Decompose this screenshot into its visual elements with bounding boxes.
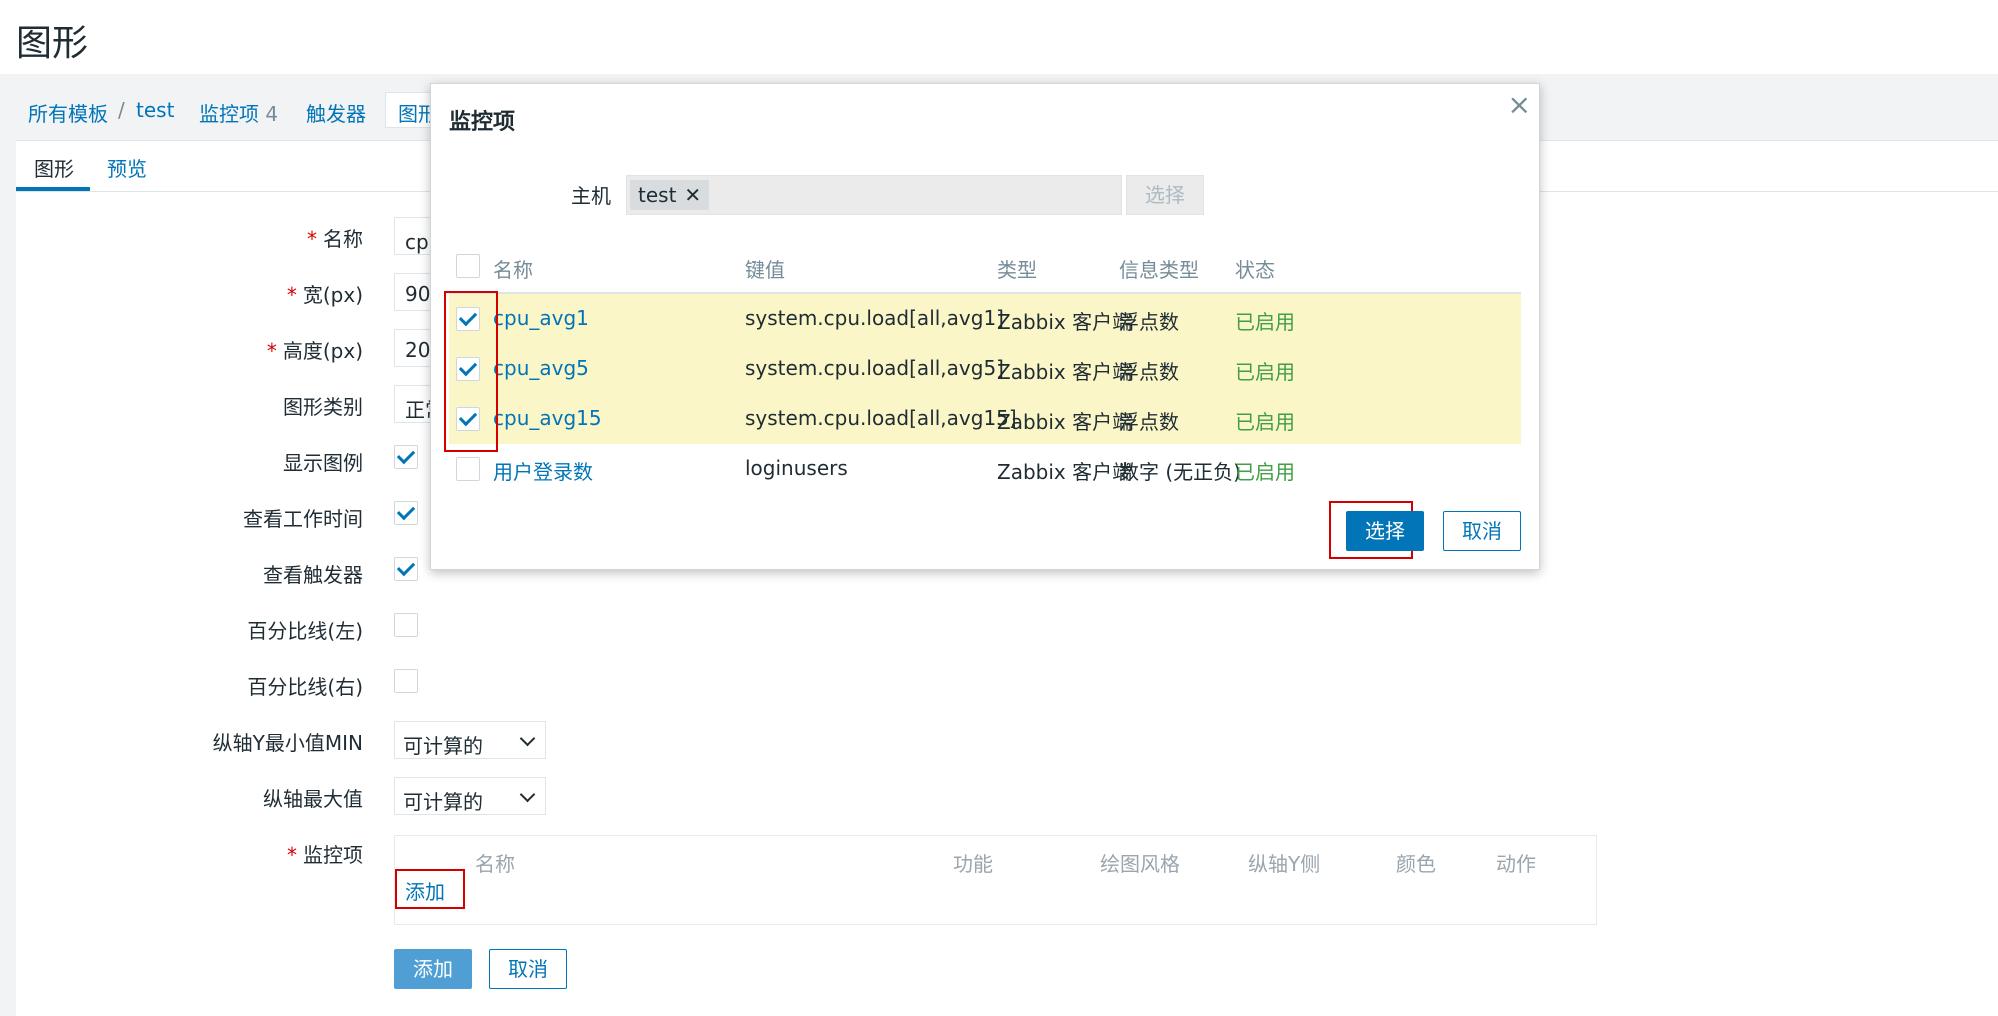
add-item-link-annotation: 添加	[395, 869, 465, 909]
breadcrumb-items[interactable]: 监控项 4	[199, 98, 278, 127]
item-status: 已启用	[1235, 310, 1295, 334]
items-col-y-axis-side: 纵轴Y侧	[1248, 852, 1321, 876]
item-status: 已启用	[1235, 410, 1295, 434]
show-legend-label: 显示图例	[283, 451, 363, 475]
item-row[interactable]: cpu_avg5 system.cpu.load[all,avg5] Zabbi…	[449, 344, 1521, 394]
show-working-time-label: 查看工作时间	[243, 507, 363, 531]
page-title: 图形	[16, 23, 89, 64]
breadcrumb-triggers[interactable]: 触发器	[306, 98, 366, 127]
dialog-title: 监控项	[449, 110, 516, 135]
name-label: * 名称	[307, 227, 363, 251]
items-col-color: 颜色	[1396, 852, 1436, 876]
ymin-label: 纵轴Y最小值MIN	[212, 731, 363, 755]
show-triggers-checkbox[interactable]	[394, 557, 418, 581]
item-key: loginusers	[745, 456, 848, 480]
host-chip-label: test	[638, 183, 677, 207]
item-key: system.cpu.load[all,avg15]	[745, 406, 1017, 430]
breadcrumb-all-templates[interactable]: 所有模板	[28, 98, 108, 127]
close-icon[interactable]: ×	[1508, 88, 1531, 121]
item-info-type: 数字 (无正负)	[1119, 460, 1241, 484]
ymax-select-value: 可计算的	[403, 790, 483, 814]
ymin-select-value: 可计算的	[403, 734, 483, 758]
tab-graph[interactable]: 图形	[34, 153, 74, 182]
show-legend-checkbox[interactable]	[394, 445, 418, 469]
item-status: 已启用	[1235, 460, 1295, 484]
breadcrumb-template[interactable]: test	[136, 98, 174, 122]
item-info-type: 浮点数	[1119, 310, 1179, 334]
percentile-left-label: 百分比线(左)	[247, 619, 363, 643]
show-working-time-checkbox[interactable]	[394, 501, 418, 525]
graph-items-table: 名称 功能 绘图风格 纵轴Y侧 颜色 动作 添加	[394, 835, 1597, 925]
row-checkbox[interactable]	[456, 457, 480, 481]
chevron-down-icon	[519, 786, 536, 803]
item-type: Zabbix 客户端	[997, 360, 1133, 384]
checkmark-icon	[396, 557, 416, 577]
item-row[interactable]: cpu_avg1 system.cpu.load[all,avg1] Zabbi…	[449, 294, 1521, 344]
col-status: 状态	[1235, 258, 1275, 282]
percentile-left-checkbox[interactable]	[394, 613, 418, 637]
width-label: * 宽(px)	[286, 283, 363, 307]
item-name-link[interactable]: 用户登录数	[493, 456, 593, 485]
remove-icon[interactable]: ✕	[684, 183, 701, 207]
ymax-select[interactable]: 可计算的	[394, 777, 546, 815]
host-label: 主机	[571, 184, 611, 208]
percentile-right-label: 百分比线(右)	[247, 675, 363, 699]
items-dialog: 监控项 × 主机 test ✕ 选择 名称 键值 类型 信息类型 状态 cpu_a…	[430, 83, 1540, 570]
item-type: Zabbix 客户端	[997, 410, 1133, 434]
tab-preview[interactable]: 预览	[107, 153, 147, 182]
host-multiselect[interactable]: test ✕	[626, 175, 1122, 215]
col-name[interactable]: 名称	[493, 254, 533, 283]
item-type: Zabbix 客户端	[997, 310, 1133, 334]
item-key: system.cpu.load[all,avg5]	[745, 356, 1004, 380]
items-label: * 监控项	[287, 843, 363, 867]
items-col-draw-style: 绘图风格	[1100, 852, 1180, 876]
item-status: 已启用	[1235, 360, 1295, 384]
item-info-type: 浮点数	[1119, 410, 1179, 434]
ymin-select[interactable]: 可计算的	[394, 721, 546, 759]
item-name-link[interactable]: cpu_avg5	[493, 356, 589, 380]
dialog-cancel-button[interactable]: 取消	[1443, 511, 1521, 551]
height-label: * 高度(px)	[266, 339, 363, 363]
add-item-link[interactable]: 添加	[405, 876, 445, 905]
items-col-function: 功能	[953, 852, 993, 876]
breadcrumb-separator: /	[118, 98, 125, 122]
item-row[interactable]: 用户登录数 loginusers Zabbix 客户端 数字 (无正负) 已启用	[449, 444, 1521, 494]
percentile-right-checkbox[interactable]	[394, 669, 418, 693]
breadcrumb-items-count: 4	[265, 102, 279, 126]
items-col-name: 名称	[475, 852, 515, 876]
items-col-action: 动作	[1496, 852, 1536, 876]
host-chip: test ✕	[630, 180, 710, 210]
chevron-down-icon	[519, 730, 536, 747]
host-select-button[interactable]: 选择	[1126, 175, 1204, 215]
col-key: 键值	[745, 258, 785, 282]
col-type: 类型	[997, 258, 1037, 282]
ymax-label: 纵轴最大值	[263, 787, 363, 811]
cancel-button[interactable]: 取消	[489, 949, 567, 989]
add-button[interactable]: 添加	[394, 949, 472, 989]
item-name-link[interactable]: cpu_avg15	[493, 406, 602, 430]
item-key: system.cpu.load[all,avg1]	[745, 306, 1004, 330]
select-button[interactable]: 选择	[1346, 511, 1424, 551]
checkmark-icon	[396, 445, 416, 465]
item-info-type: 浮点数	[1119, 360, 1179, 384]
col-info-type: 信息类型	[1119, 258, 1199, 282]
breadcrumb-items-label: 监控项	[199, 102, 259, 126]
item-type: Zabbix 客户端	[997, 460, 1133, 484]
checkbox-annotation-box	[444, 291, 498, 452]
checkmark-icon	[396, 501, 416, 521]
graph-type-label: 图形类别	[283, 395, 363, 419]
show-triggers-label: 查看触发器	[263, 563, 363, 587]
select-all-checkbox[interactable]	[456, 254, 480, 278]
item-name-link[interactable]: cpu_avg1	[493, 306, 589, 330]
tab-active-indicator	[16, 187, 90, 191]
item-row[interactable]: cpu_avg15 system.cpu.load[all,avg15] Zab…	[449, 394, 1521, 444]
page-header: 图形	[0, 0, 1998, 75]
